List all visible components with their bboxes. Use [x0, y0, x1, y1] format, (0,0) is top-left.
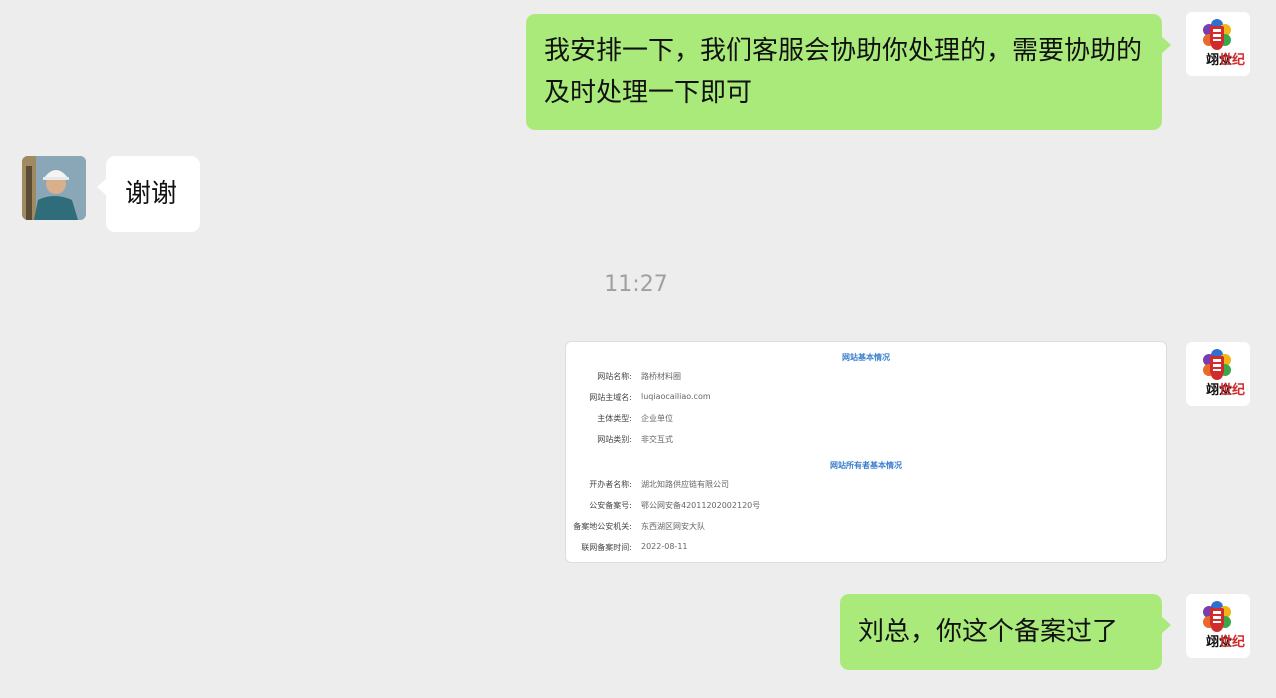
brand-avatar[interactable]: 翊众 世纪: [1186, 12, 1250, 76]
record-label: 主体类型:: [597, 414, 632, 423]
brand-avatar[interactable]: 翊众 世纪: [1186, 594, 1250, 658]
svg-text:世纪: 世纪: [1219, 634, 1245, 650]
record-label: 开办者名称:: [589, 480, 632, 489]
record-label: 网站类别:: [597, 435, 632, 444]
record-row: 联网备案时间: 2022-08-11: [566, 542, 1166, 554]
record-label: 网站名称:: [597, 372, 632, 381]
record-value: luqiaocailiao.com: [641, 392, 711, 401]
section-title: 网站所有者基本情况: [830, 461, 902, 470]
record-row: 网站名称: 路桥材料圈: [566, 371, 1166, 383]
record-value: 东西湖区网安大队: [641, 522, 705, 531]
record-row: 主体类型: 企业单位: [566, 413, 1166, 425]
record-row: 网站类别: 非交互式: [566, 434, 1166, 446]
svg-text:世纪: 世纪: [1219, 382, 1245, 398]
record-label: 联网备案时间:: [581, 543, 632, 552]
brand-logo-icon: 翊众 世纪: [1203, 19, 1245, 68]
message-text: 我安排一下，我们客服会协助你处理的，需要协助的及时处理一下即可: [544, 36, 1143, 108]
record-value: 企业单位: [641, 414, 673, 423]
message-bubble-incoming[interactable]: 谢谢: [97, 156, 200, 232]
record-row: 网站主域名: luqiaocailiao.com: [566, 392, 1166, 404]
message-text: 谢谢: [125, 179, 178, 209]
brand-logo-icon: 翊众 世纪: [1203, 601, 1245, 650]
record-label: 备案地公安机关:: [573, 522, 632, 531]
image-message[interactable]: 网站基本情况 网站名称: 路桥材料圈 网站主域名: luqiaocailiao.…: [565, 341, 1167, 563]
record-row: 公安备案号: 鄂公网安备42011202002120号: [566, 500, 1166, 512]
person-photo-icon: [22, 156, 86, 220]
brand-avatar[interactable]: 翊众 世纪: [1186, 342, 1250, 406]
record-value: 鄂公网安备42011202002120号: [641, 501, 761, 510]
record-value: 2022-08-11: [641, 542, 688, 551]
message-timestamp: 11:27: [604, 272, 668, 297]
contact-avatar[interactable]: [22, 156, 86, 220]
section-title: 网站基本情况: [842, 353, 890, 362]
record-row: 备案地公安机关: 东西湖区网安大队: [566, 521, 1166, 533]
brand-logo-icon: 翊众 世纪: [1203, 349, 1245, 398]
svg-text:世纪: 世纪: [1219, 52, 1245, 68]
message-bubble-outgoing[interactable]: 刘总，你这个备案过了: [840, 594, 1171, 670]
record-value: 湖北知路供应链有限公司: [641, 480, 729, 489]
record-row: 开办者名称: 湖北知路供应链有限公司: [566, 479, 1166, 491]
record-label: 公安备案号:: [589, 501, 632, 510]
record-label: 网站主域名:: [589, 393, 632, 402]
message-bubble-outgoing[interactable]: 我安排一下，我们客服会协助你处理的，需要协助的及时处理一下即可: [526, 14, 1171, 130]
message-text: 刘总，你这个备案过了: [858, 617, 1119, 647]
record-value: 路桥材料圈: [641, 372, 681, 381]
record-value: 非交互式: [641, 435, 673, 444]
